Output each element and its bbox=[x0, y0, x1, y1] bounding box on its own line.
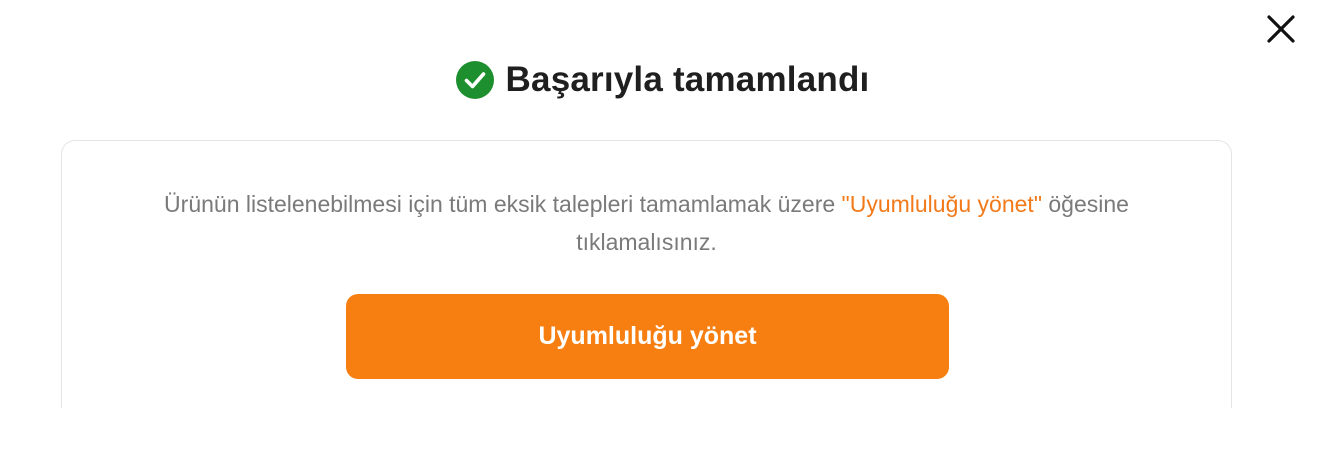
dialog-header: Başarıyla tamamlandı bbox=[0, 55, 1325, 105]
dialog-bottom-area bbox=[0, 408, 1325, 453]
compliance-card: Ürünün listelenebilmesi için tüm eksik t… bbox=[61, 140, 1232, 420]
close-icon bbox=[1266, 14, 1296, 44]
check-circle-icon bbox=[455, 61, 494, 99]
close-button[interactable] bbox=[1262, 10, 1300, 48]
message-text-before: Ürünün listelenebilmesi için tüm eksik t… bbox=[164, 191, 842, 217]
info-message: Ürünün listelenebilmesi için tüm eksik t… bbox=[62, 185, 1231, 261]
message-highlight: "Uyumluluğu yönet" bbox=[841, 191, 1042, 217]
dialog-title: Başarıyla tamamlandı bbox=[505, 60, 870, 99]
manage-compliance-button[interactable]: Uyumluluğu yönet bbox=[346, 294, 949, 379]
